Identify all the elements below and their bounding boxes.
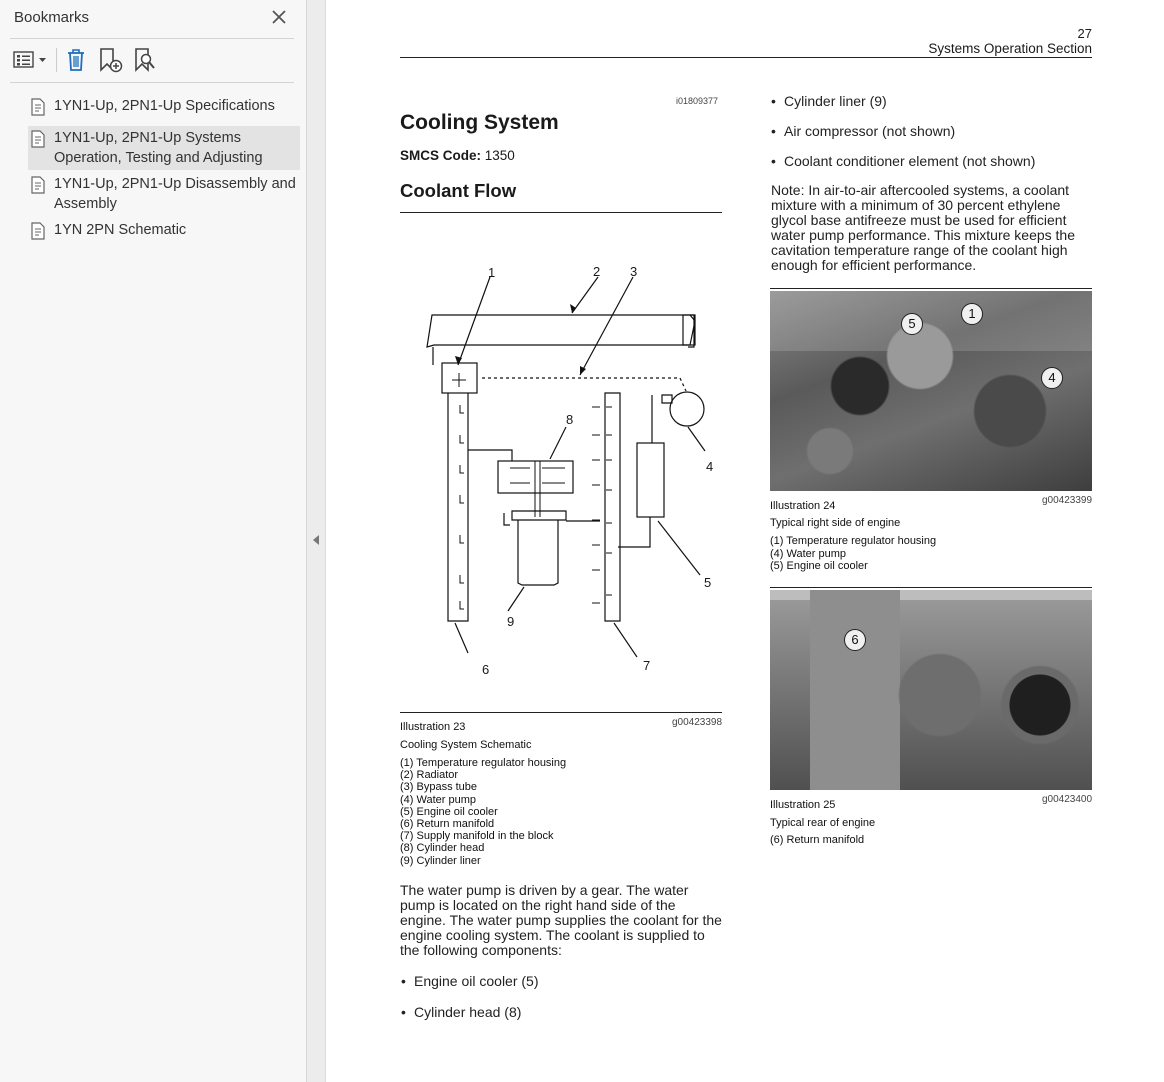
doc-id: i01809377 [676,96,719,106]
find-bookmark-icon[interactable] [133,46,159,74]
legend-item: (4) Water pump [400,793,477,806]
ill23-legend: (1) Temperature regulator housing (2) Ra… [400,757,566,867]
panel-splitter[interactable] [307,0,326,1082]
photo-detail [770,291,1092,491]
bookmark-options-icon[interactable] [12,46,50,74]
bookmark-label: 1YN1-Up, 2PN1-Up Specifications [54,98,275,114]
ill25-title: Illustration 25 [770,799,836,811]
ill24-caption: Typical right side of engine [770,517,901,529]
close-icon[interactable] [270,8,288,26]
subtitle: Coolant Flow [400,180,517,201]
bookmark-item-schematic[interactable]: 1YN 2PN Schematic [28,220,300,242]
schematic-label-5: 5 [704,575,712,590]
schematic-label-8: 8 [566,412,574,427]
legend-item: (3) Bypass tube [400,781,478,794]
legend-item: (5) Engine oil cooler [770,560,868,572]
add-bookmark-icon[interactable] [98,46,124,74]
body-paragraph: The water pump is driven by a gear. The … [400,882,722,958]
smcs-label: SMCS Code: [400,148,481,163]
callout-5: 5 [901,313,923,335]
legend-item: (8) Cylinder head [400,842,485,855]
trash-icon[interactable] [64,46,88,74]
subtitle-rule [400,212,722,213]
legend-item: (4) Water pump [770,547,847,560]
schematic-label-4: 4 [706,459,714,474]
collapse-arrow-icon[interactable] [313,535,319,545]
cooling-system-schematic [426,276,706,658]
legend-item: (7) Supply manifold in the block [400,830,554,843]
smcs-value: 1350 [484,148,515,163]
pdf-page: 27 Systems Operation Section i01809377 C… [326,0,1164,1082]
bookmarks-panel: Bookmarks 1YN1-Up, 2PN1-Up Specification… [0,0,307,1082]
page-number: 27 [1077,26,1092,41]
schematic-label-2: 2 [593,264,601,279]
ill24-code: g00423399 [1042,495,1093,506]
bookmark-page-icon [31,98,45,116]
schematic-label-6: 6 [482,662,490,677]
bullet-item: Cylinder liner (9) [771,93,887,109]
bullet-item: Engine oil cooler (5) [401,973,538,989]
legend-item: (6) Return manifold [400,818,495,831]
legend-item: (1) Temperature regulator housing [770,535,937,547]
photo-detail [770,590,1092,790]
legend-item: (1) Temperature regulator housing [400,757,567,769]
divider [10,38,294,39]
section-header: Systems Operation Section [928,41,1092,56]
bookmark-label: 1YN 2PN Schematic [54,222,187,238]
ill24-rule [770,288,1092,289]
schematic-label-7: 7 [643,658,651,673]
toolbar-separator [56,48,57,72]
schematic-label-9: 9 [507,614,515,629]
ill25-caption: Typical rear of engine [770,817,876,829]
note-label: Note: [771,182,805,198]
header-rule [400,57,1092,58]
bullet-item: Cylinder head (8) [401,1004,521,1020]
smcs-code: SMCS Code: 1350 [400,148,515,163]
ill24-title: Illustration 24 [770,500,836,512]
legend-item: (2) Radiator [400,769,459,782]
bullet-item: Coolant conditioner element (not shown) [771,153,1035,169]
note-paragraph: Note: In air-to-air aftercooled systems,… [771,183,1087,273]
callout-1: 1 [961,303,983,325]
schematic-label-1: 1 [488,265,496,280]
divider [10,82,294,83]
engine-right-side-photo: 5 1 4 [770,291,1092,491]
bullet-item: Air compressor (not shown) [771,123,955,139]
ill25-code: g00423400 [1042,794,1093,805]
ill24-legend: (1) Temperature regulator housing (4) Wa… [770,535,936,573]
bookmark-label: 1YN1-Up, 2PN1-Up Disassembly and Assembl… [54,176,296,212]
engine-rear-photo: 6 [770,590,1092,790]
bookmark-page-icon [31,176,45,194]
schematic-label-3: 3 [630,264,638,279]
ill23-rule [400,712,722,713]
panel-title: Bookmarks [14,9,90,26]
ill23-code: g00423398 [672,717,723,728]
ill25-legend: (6) Return manifold [770,834,864,846]
callout-4: 4 [1041,367,1063,389]
bookmark-page-icon [31,222,45,240]
bookmark-item-disassembly[interactable]: 1YN1-Up, 2PN1-Up Disassembly and Assembl… [28,174,300,216]
page-title: Cooling System [400,111,559,134]
legend-item: (6) Return manifold [770,834,865,846]
callout-6: 6 [844,629,866,651]
bookmark-label: 1YN1-Up, 2PN1-Up Systems Operation, Test… [54,130,263,166]
ill23-title: Illustration 23 [400,721,466,733]
bookmark-item-specifications[interactable]: 1YN1-Up, 2PN1-Up Specifications [28,96,300,118]
legend-item: (9) Cylinder liner [400,854,481,867]
note-text: In air-to-air aftercooled systems, a coo… [771,182,1075,273]
bookmark-item-systems-operation[interactable]: 1YN1-Up, 2PN1-Up Systems Operation, Test… [28,126,300,170]
ill23-caption: Cooling System Schematic [400,739,532,751]
bookmark-page-icon [31,130,45,148]
legend-item: (5) Engine oil cooler [400,805,498,818]
ill25-rule [770,587,1092,588]
